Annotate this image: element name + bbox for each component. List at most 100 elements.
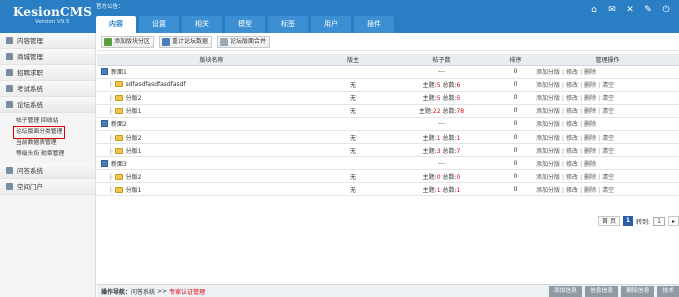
- delete-link[interactable]: 删除: [584, 69, 596, 76]
- goto-button[interactable]: ▸: [667, 216, 679, 226]
- footer-add-button[interactable]: 添加信息: [548, 286, 582, 297]
- footer-delete-button[interactable]: 删除信息: [621, 286, 655, 297]
- action-separator: |: [562, 134, 565, 142]
- add-subboard-link[interactable]: 添加分版: [536, 187, 560, 194]
- add-subboard-link[interactable]: 添加分版: [536, 95, 560, 102]
- top-icons: ⌂ ✉ ✕ ✎ ⏻: [589, 5, 671, 15]
- clear-link[interactable]: 清空: [602, 148, 614, 155]
- board-name[interactable]: 分版1: [126, 187, 142, 194]
- add-subboard-link[interactable]: 添加分版: [536, 108, 560, 115]
- tab-content[interactable]: 内容: [96, 16, 136, 33]
- clear-link[interactable]: 清空: [602, 187, 614, 194]
- section-name[interactable]: 新面2: [111, 121, 127, 128]
- sidebar-item-space[interactable]: 空间门户: [0, 179, 95, 195]
- cell-posts: 主题:1 总数:1: [384, 130, 499, 145]
- footer-tech-button[interactable]: 技术: [657, 286, 679, 297]
- section-name[interactable]: 新面3: [111, 161, 127, 168]
- board-name[interactable]: sdfasdfasdfasdfasdf: [126, 81, 186, 88]
- add-subboard-link[interactable]: 添加分版: [536, 121, 560, 128]
- section-icon[interactable]: [101, 120, 108, 128]
- tab-tags[interactable]: 标签: [268, 16, 308, 33]
- edit-link[interactable]: 修改: [566, 161, 578, 168]
- home-icon[interactable]: ⌂: [589, 5, 599, 15]
- add-subboard-link[interactable]: 添加分版: [536, 69, 560, 76]
- tab-related[interactable]: 相关: [182, 16, 222, 33]
- section-name[interactable]: 新面1: [111, 69, 127, 76]
- delete-link[interactable]: 删除: [584, 161, 596, 168]
- power-icon[interactable]: ⏻: [661, 5, 671, 15]
- clear-link[interactable]: 清空: [602, 135, 614, 142]
- tab-users[interactable]: 用户: [311, 16, 351, 33]
- delete-link[interactable]: 删除: [584, 121, 596, 128]
- edit-link[interactable]: 修改: [566, 135, 578, 142]
- merge-button[interactable]: 论坛版面合并: [217, 35, 271, 48]
- edit-link[interactable]: 修改: [566, 174, 578, 181]
- sidebar-item-jobs[interactable]: 招聘求职: [0, 65, 95, 81]
- add-subboard-link[interactable]: 添加分版: [536, 135, 560, 142]
- footer-info-button[interactable]: 信息信息: [584, 286, 619, 297]
- delete-link[interactable]: 删除: [584, 135, 596, 142]
- goto-page-input[interactable]: 1: [652, 216, 665, 226]
- tab-plugins[interactable]: 插件: [354, 16, 394, 33]
- action-separator: |: [562, 121, 565, 129]
- submenu-board-category[interactable]: 论坛版面分类管理: [12, 126, 66, 139]
- breadcrumb-current: 专家认证管理: [169, 288, 206, 296]
- delete-link[interactable]: 删除: [584, 82, 596, 89]
- breadcrumb-qa[interactable]: 问答系统: [131, 287, 155, 296]
- delete-link[interactable]: 删除: [584, 174, 596, 181]
- submenu-levels-medals[interactable]: 等级头衔 勋章管理: [16, 149, 95, 160]
- sidebar-item-exam[interactable]: 考试系统: [0, 81, 95, 97]
- clear-link[interactable]: 清空: [602, 174, 614, 181]
- add-subboard-link[interactable]: 添加分版: [536, 82, 560, 89]
- edit-link[interactable]: 修改: [566, 82, 578, 89]
- mail-icon[interactable]: ✉: [607, 5, 617, 15]
- board-name[interactable]: 分版2: [126, 95, 142, 102]
- add-subboard-link[interactable]: 添加分版: [536, 148, 560, 155]
- delete-link[interactable]: 删除: [584, 95, 596, 102]
- clear-link[interactable]: 清空: [602, 82, 614, 89]
- nav-label: 操作导航：: [101, 288, 132, 296]
- delete-link[interactable]: 删除: [584, 148, 596, 155]
- submenu-posts-recycle[interactable]: 帖子管理 回收站: [16, 116, 95, 127]
- section-icon[interactable]: [101, 159, 108, 167]
- add-subboard-link[interactable]: 添加分版: [536, 174, 560, 181]
- clear-link[interactable]: 清空: [602, 95, 614, 102]
- sidebar-item-forum[interactable]: 论坛系统: [0, 97, 95, 113]
- tree-line-icon: ├: [109, 186, 113, 194]
- board-name[interactable]: 分版2: [126, 135, 142, 142]
- add-section-button[interactable]: 添加版块分区: [101, 35, 155, 48]
- cell-actions: 添加分版 | 修改 | 删除: [532, 117, 679, 131]
- sidebar-item-qa[interactable]: 问答系统: [0, 163, 95, 179]
- edit-link[interactable]: 修改: [566, 121, 578, 128]
- first-page-button[interactable]: 首 页: [598, 216, 620, 226]
- edit-link[interactable]: 修改: [566, 95, 578, 102]
- action-separator: |: [562, 160, 565, 168]
- edit-link[interactable]: 修改: [566, 108, 578, 115]
- submenu-data-tables[interactable]: 当前数据表管理: [16, 138, 95, 149]
- board-name[interactable]: 分版1: [126, 108, 142, 115]
- delete-link[interactable]: 删除: [584, 108, 596, 115]
- clear-link[interactable]: 清空: [602, 108, 614, 115]
- section-icon[interactable]: [101, 68, 108, 76]
- board-name[interactable]: 分版2: [126, 174, 142, 181]
- recount-button[interactable]: 重计论坛数据: [159, 35, 213, 48]
- cell-sort: 0: [499, 156, 532, 171]
- current-page[interactable]: 1: [622, 216, 633, 226]
- delete-link[interactable]: 删除: [584, 187, 596, 194]
- add-subboard-link[interactable]: 添加分版: [536, 161, 560, 168]
- tab-settings[interactable]: 设置: [139, 16, 179, 33]
- action-separator: |: [598, 173, 601, 181]
- board-name[interactable]: 分版1: [126, 148, 142, 155]
- sidebar-item-shop[interactable]: 商城管理: [0, 49, 95, 65]
- sidebar-item-content[interactable]: 内容管理: [0, 33, 95, 49]
- tree-line-icon: ├: [109, 81, 113, 89]
- tab-model[interactable]: 模型: [225, 16, 265, 33]
- wrench-icon[interactable]: ✎: [643, 5, 653, 15]
- edit-link[interactable]: 修改: [566, 148, 578, 155]
- close-icon[interactable]: ✕: [625, 5, 635, 15]
- cell-posts: 主题:22 总数:78: [384, 104, 499, 118]
- edit-link[interactable]: 修改: [566, 187, 578, 194]
- edit-link[interactable]: 修改: [566, 69, 578, 76]
- forum-icon: [6, 101, 13, 108]
- total-label: 总数:: [442, 108, 457, 116]
